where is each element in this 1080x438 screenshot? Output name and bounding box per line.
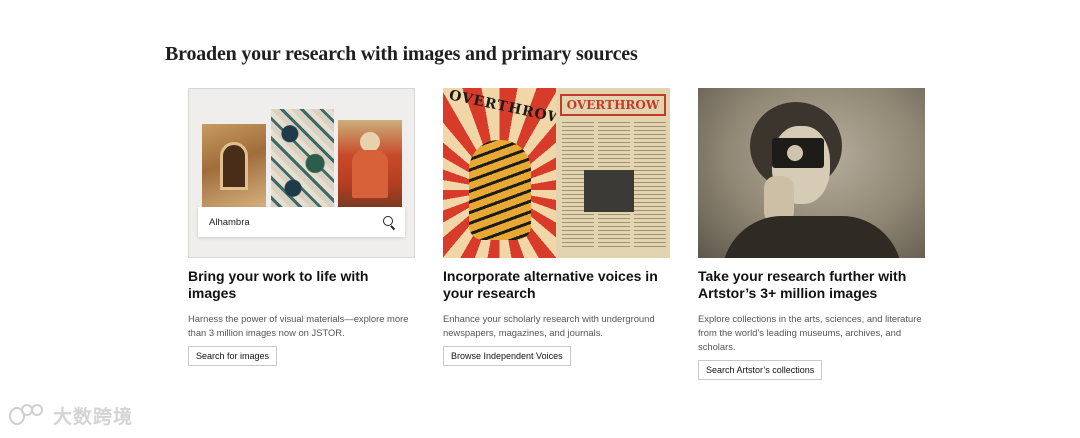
watermark-text: 大数跨境 [53, 406, 134, 428]
thumbnail-search-value: Alhambra [209, 216, 250, 228]
card-title: Bring your work to life with images [188, 268, 369, 301]
search-artstor-collections-button[interactable]: Search Artstor’s collections [698, 360, 823, 380]
newspaper-thumbnail[interactable]: OVERTHROW OVERTHROW [443, 88, 670, 258]
card-description: Harness the power of visual materials—ex… [188, 313, 409, 338]
card-title: Take your research further with Artstor’… [698, 268, 907, 301]
masthead-right: OVERTHROW [560, 94, 666, 116]
card-artstor: Take your research further with Artstor’… [698, 88, 925, 380]
artstor-thumbnail[interactable] [698, 88, 925, 258]
search-icon [383, 216, 395, 228]
newspaper-page-image: OVERTHROW [556, 88, 670, 258]
card-images: Alhambra Bring your work to life with im… [188, 88, 415, 366]
masthead-left: OVERTHROW [447, 88, 566, 128]
search-images-button[interactable]: Search for images [188, 346, 278, 366]
card-description: Enhance your scholarly research with und… [443, 313, 655, 338]
browse-independent-voices-button[interactable]: Browse Independent Voices [443, 346, 571, 366]
newspaper-photo [584, 170, 634, 212]
images-thumbnail[interactable]: Alhambra [188, 88, 415, 258]
card-description: Explore collections in the arts, science… [698, 313, 922, 352]
watermark-logo-icon [9, 403, 49, 428]
card-independent-voices: OVERTHROW OVERTHROW Incorporate alternat… [443, 88, 670, 366]
watermark: 大数跨境 [9, 402, 133, 429]
alhambra-arch-image [202, 124, 266, 208]
poster-page-image: OVERTHROW [443, 88, 566, 258]
thumbnail-search-box: Alhambra [198, 207, 405, 237]
card-title: Incorporate alternative voices in your r… [443, 268, 658, 301]
persian-painting-image [338, 120, 402, 208]
section-title: Broaden your research with images and pr… [165, 43, 638, 65]
tiger-illustration [469, 140, 531, 240]
tile-pattern-image [271, 109, 334, 208]
